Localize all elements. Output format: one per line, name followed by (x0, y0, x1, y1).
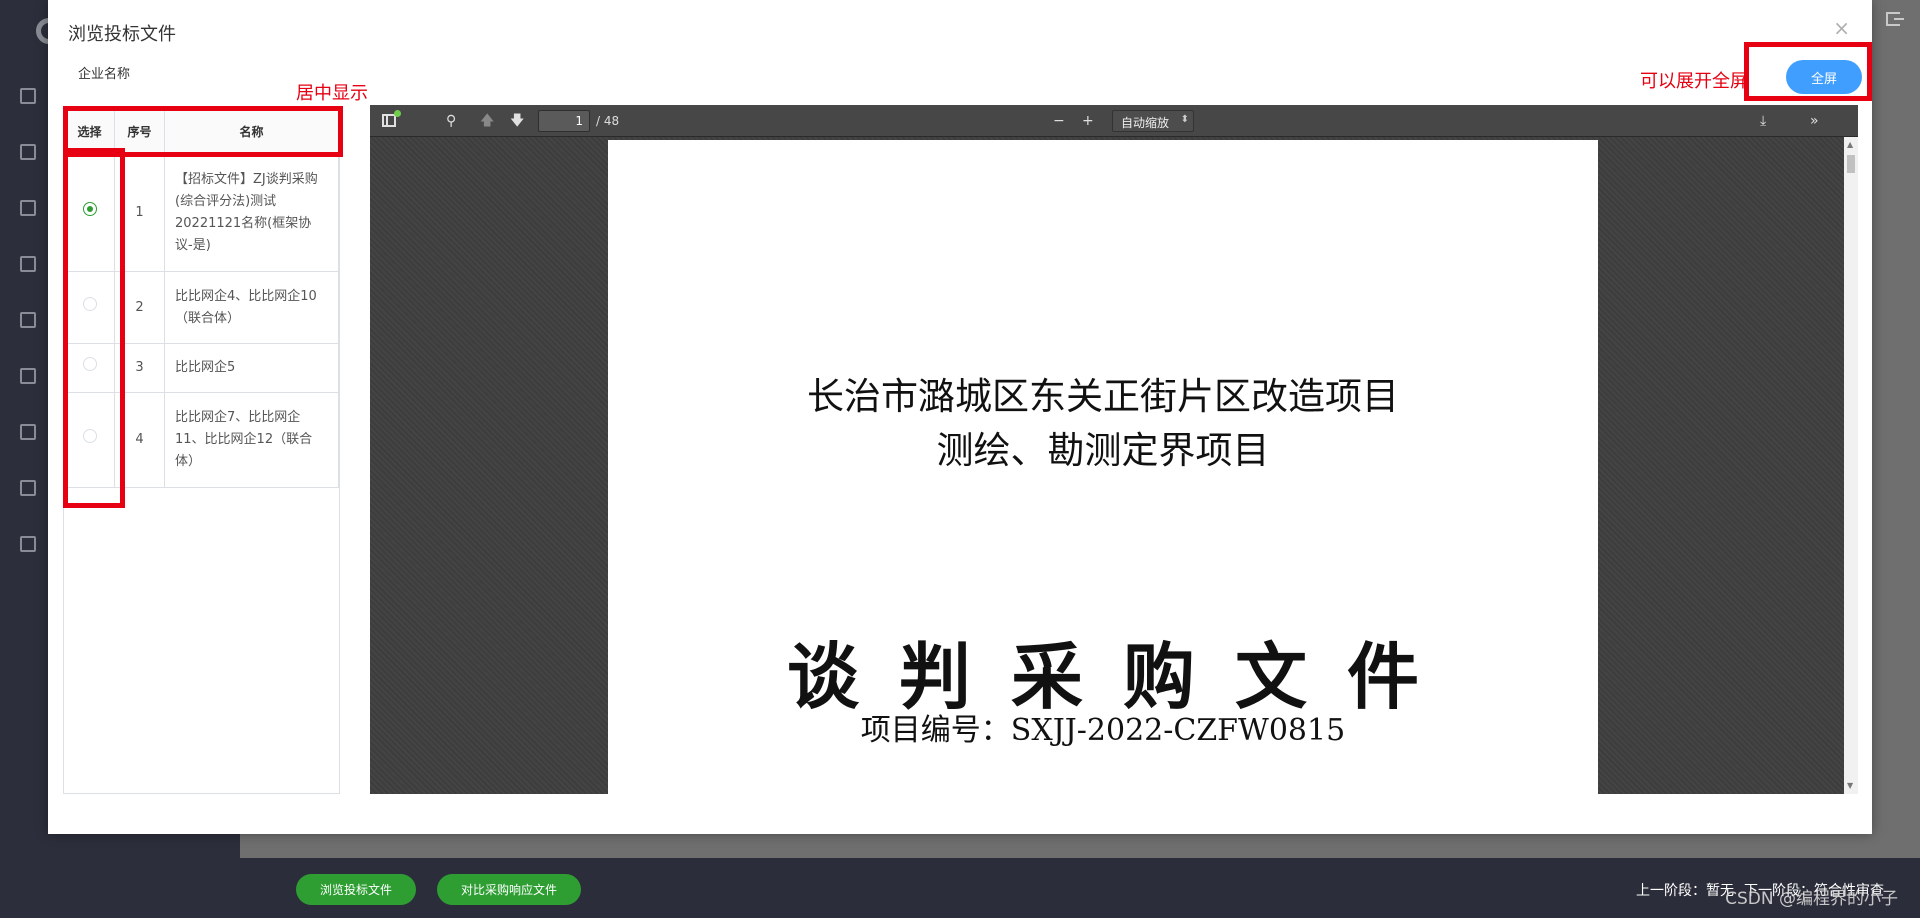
nav-database-icon[interactable] (20, 536, 36, 552)
close-icon[interactable]: × (1833, 18, 1850, 38)
app-topbar (1868, 0, 1920, 40)
row-company-name: 比比网企5 (164, 343, 339, 393)
notification-dot-icon (394, 110, 401, 117)
pdf-viewer: ⚲ 🡅 🡇 / 48 − + 自动缩放 ⤓ » 长治市潞城区东关正街片区改造项目… (370, 105, 1858, 794)
download-icon[interactable]: ⤓ (1760, 113, 1766, 129)
row-company-name: 【招标文件】ZJ谈判采购(综合评分法)测试20221121名称(框架协议-是) (164, 154, 339, 272)
pdf-scrollbar[interactable]: ▲ ▼ (1844, 137, 1858, 794)
nav-chart-icon[interactable] (20, 480, 36, 496)
sidebar-toggle-icon[interactable] (382, 114, 396, 127)
nav-document-icon[interactable] (20, 200, 36, 216)
logout-icon[interactable] (1886, 12, 1904, 26)
row-company-name: 比比网企4、比比网企10（联合体） (164, 271, 339, 344)
search-icon[interactable]: ⚲ (446, 113, 456, 129)
page-number-input[interactable] (538, 110, 590, 132)
document-title-line1: 长治市潞城区东关正街片区改造项目 (807, 375, 1399, 418)
scroll-thumb[interactable] (1847, 155, 1855, 173)
pdf-page: 长治市潞城区东关正街片区改造项目 测绘、勘测定界项目 谈判采购文件 项目编号：S… (608, 140, 1598, 794)
dialog-title: 浏览投标文件 (68, 24, 176, 45)
annotation-center-note: 居中显示 (296, 83, 368, 104)
tools-menu-icon[interactable]: » (1810, 113, 1819, 129)
row-company-name: 比比网企7、比比网企11、比比网企12（联合体） (164, 392, 339, 488)
annotation-fullscreen-note: 可以展开全屏 (1640, 71, 1748, 92)
nav-document-icon[interactable] (20, 368, 36, 384)
annotation-box-fullscreen (1744, 42, 1872, 101)
nav-document-icon[interactable] (20, 144, 36, 160)
document-title-line2: 测绘、勘测定界项目 (936, 429, 1270, 472)
browse-bid-files-button[interactable]: 浏览投标文件 (296, 874, 416, 905)
scroll-up-icon[interactable]: ▲ (1847, 141, 1853, 149)
compare-response-files-button[interactable]: 对比采购响应文件 (437, 874, 581, 905)
scroll-down-icon[interactable]: ▼ (1847, 782, 1853, 790)
nav-document-icon[interactable] (20, 256, 36, 272)
annotation-box-select-column (63, 148, 125, 508)
zoom-in-icon[interactable]: + (1082, 113, 1094, 129)
next-page-icon[interactable]: 🡇 (510, 113, 524, 129)
nav-edit-icon[interactable] (20, 424, 36, 440)
previous-page-icon[interactable]: 🡅 (480, 113, 494, 129)
zoom-out-icon[interactable]: − (1053, 113, 1065, 129)
zoom-select[interactable]: 自动缩放 (1112, 110, 1194, 132)
company-name-label: 企业名称 (78, 67, 131, 82)
pdf-toolbar: ⚲ 🡅 🡇 / 48 − + 自动缩放 ⤓ » (370, 105, 1858, 137)
page-total: / 48 (596, 114, 620, 128)
document-project-number: 项目编号：SXJJ-2022-CZFW0815 (860, 713, 1346, 748)
nav-document-icon[interactable] (20, 88, 36, 104)
nav-document-icon[interactable] (20, 312, 36, 328)
watermark: CSDN @编程界的小子 (1725, 889, 1898, 909)
prev-stage-label: 上一阶段： (1636, 883, 1706, 899)
